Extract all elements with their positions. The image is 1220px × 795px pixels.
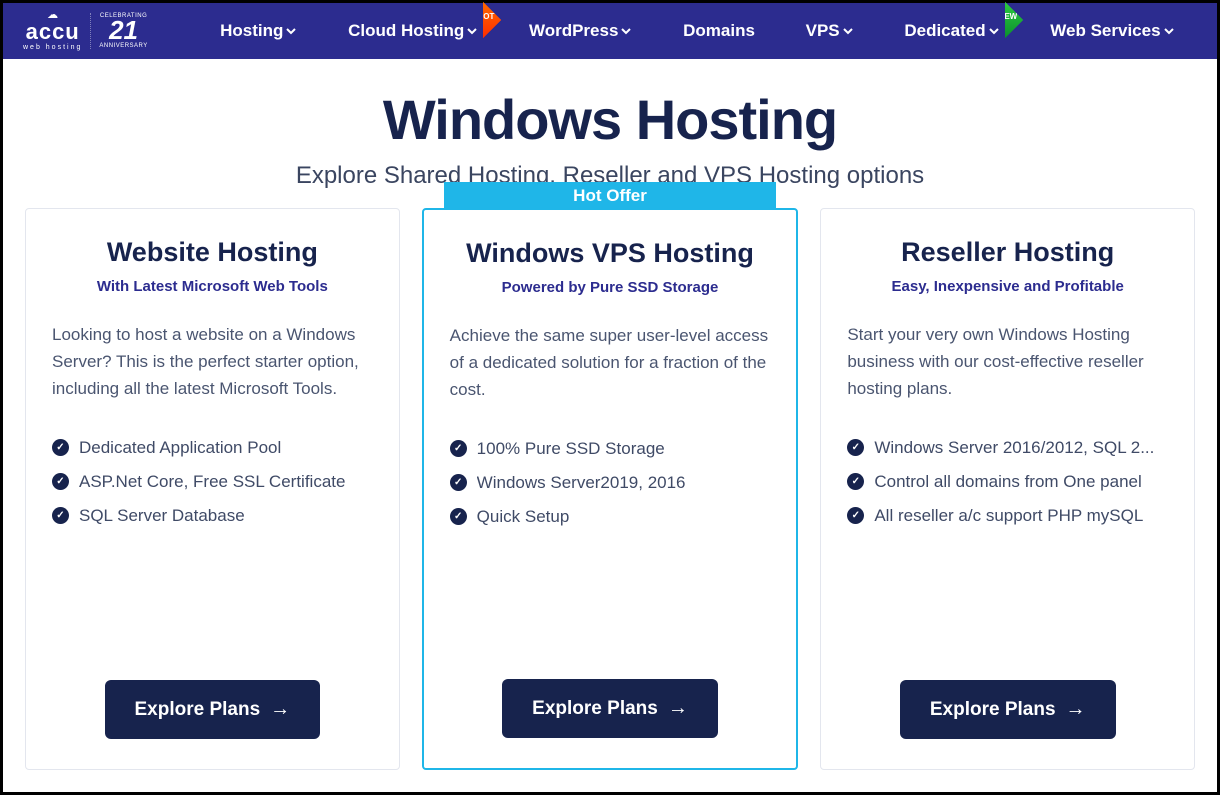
feature-text: SQL Server Database	[79, 506, 245, 526]
nav-item-vps[interactable]: VPS	[804, 17, 856, 45]
nav-item-hosting[interactable]: Hosting	[218, 17, 299, 45]
feature-text: Dedicated Application Pool	[79, 438, 281, 458]
feature-list: ✓ 100% Pure SSD Storage ✓ Windows Server201…	[450, 432, 771, 534]
pricing-card: Website Hosting With Latest Microsoft Web…	[25, 208, 400, 770]
feature-list: ✓ Windows Server 2016/2012, SQL 2... ✓ Cont…	[847, 431, 1168, 533]
feature-item: ✓ 100% Pure SSD Storage	[450, 432, 771, 466]
feature-text: Quick Setup	[477, 507, 570, 527]
check-icon: ✓	[52, 507, 69, 524]
nav-item-label: Web Services	[1050, 21, 1160, 41]
nav-item-dedicated[interactable]: DedicatedNEW	[902, 17, 1001, 45]
feature-item: ✓ Windows Server2019, 2016	[450, 466, 771, 500]
feature-text: Windows Server 2016/2012, SQL 2...	[874, 438, 1154, 458]
hot-offer-badge: Hot Offer	[444, 182, 777, 210]
explore-plans-button[interactable]: Explore Plans →	[105, 680, 321, 739]
card-tagline: Powered by Pure SSD Storage	[450, 279, 771, 296]
explore-plans-button[interactable]: Explore Plans →	[502, 679, 718, 738]
card-tagline: Easy, Inexpensive and Profitable	[847, 278, 1168, 295]
feature-item: ✓ SQL Server Database	[52, 499, 373, 533]
pricing-card: Reseller Hosting Easy, Inexpensive and Pr…	[820, 208, 1195, 770]
button-label: Explore Plans	[135, 699, 261, 721]
nav-item-domains[interactable]: Domains	[681, 17, 757, 45]
pricing-cards: Website Hosting With Latest Microsoft Web…	[3, 208, 1217, 770]
page-title: Windows Hosting	[23, 87, 1197, 152]
card-title: Website Hosting	[52, 237, 373, 268]
feature-item: ✓ Quick Setup	[450, 500, 771, 534]
arrow-right-icon: →	[1066, 698, 1086, 721]
navbar: ☁ accu web hosting CELEBRATING 21 ANNIVE…	[3, 3, 1217, 59]
feature-item: ✓ Dedicated Application Pool	[52, 431, 373, 465]
card-title: Windows VPS Hosting	[450, 238, 771, 269]
feature-text: 100% Pure SSD Storage	[477, 439, 665, 459]
chevron-down-icon	[988, 25, 1000, 37]
button-label: Explore Plans	[930, 699, 1056, 721]
chevron-down-icon	[1163, 25, 1175, 37]
logo[interactable]: ☁ accu web hosting CELEBRATING 21 ANNIVE…	[23, 10, 148, 52]
nav-item-label: Domains	[683, 21, 755, 41]
card-description: Looking to host a website on a Windows S…	[52, 321, 373, 403]
feature-item: ✓ Windows Server 2016/2012, SQL 2...	[847, 431, 1168, 465]
nav-item-label: Cloud Hosting	[348, 21, 464, 41]
nav-item-web-services[interactable]: Web Services	[1048, 17, 1176, 45]
check-icon: ✓	[450, 508, 467, 525]
button-label: Explore Plans	[532, 698, 658, 720]
logo-subtext: web hosting	[23, 43, 82, 52]
nav-item-label: WordPress	[529, 21, 618, 41]
check-icon: ✓	[847, 507, 864, 524]
logo-years: 21	[109, 19, 138, 42]
chevron-down-icon	[466, 25, 478, 37]
card-title: Reseller Hosting	[847, 237, 1168, 268]
feature-text: ASP.Net Core, Free SSL Certificate	[79, 472, 345, 492]
arrow-right-icon: →	[668, 697, 688, 720]
card-tagline: With Latest Microsoft Web Tools	[52, 278, 373, 295]
logo-anniversary: ANNIVERSARY	[99, 43, 147, 49]
check-icon: ✓	[847, 473, 864, 490]
logo-text: accu	[26, 21, 80, 43]
feature-item: ✓ All reseller a/c support PHP mySQL	[847, 499, 1168, 533]
nav-item-label: VPS	[806, 21, 840, 41]
nav-item-cloud-hosting[interactable]: Cloud HostingHOT	[346, 17, 480, 45]
feature-item: ✓ Control all domains from One panel	[847, 465, 1168, 499]
feature-text: Control all domains from One panel	[874, 472, 1141, 492]
feature-text: Windows Server2019, 2016	[477, 473, 686, 493]
feature-item: ✓ ASP.Net Core, Free SSL Certificate	[52, 465, 373, 499]
nav-item-wordpress[interactable]: WordPress	[527, 17, 634, 45]
chevron-down-icon	[620, 25, 632, 37]
check-icon: ✓	[847, 439, 864, 456]
check-icon: ✓	[52, 439, 69, 456]
arrow-right-icon: →	[270, 698, 290, 721]
card-description: Achieve the same super user-level access…	[450, 322, 771, 404]
nav-item-label: Dedicated	[904, 21, 985, 41]
nav-items: Hosting Cloud HostingHOT WordPress Domains V…	[198, 17, 1197, 45]
chevron-down-icon	[285, 25, 297, 37]
explore-plans-button[interactable]: Explore Plans →	[900, 680, 1116, 739]
card-description: Start your very own Windows Hosting busi…	[847, 321, 1168, 403]
feature-text: All reseller a/c support PHP mySQL	[874, 506, 1143, 526]
check-icon: ✓	[450, 474, 467, 491]
feature-list: ✓ Dedicated Application Pool ✓ ASP.Net Core…	[52, 431, 373, 533]
nav-item-label: Hosting	[220, 21, 283, 41]
check-icon: ✓	[450, 440, 467, 457]
check-icon: ✓	[52, 473, 69, 490]
chevron-down-icon	[842, 25, 854, 37]
pricing-card: Hot OfferWindows VPS HostingPowered by P…	[422, 208, 799, 770]
